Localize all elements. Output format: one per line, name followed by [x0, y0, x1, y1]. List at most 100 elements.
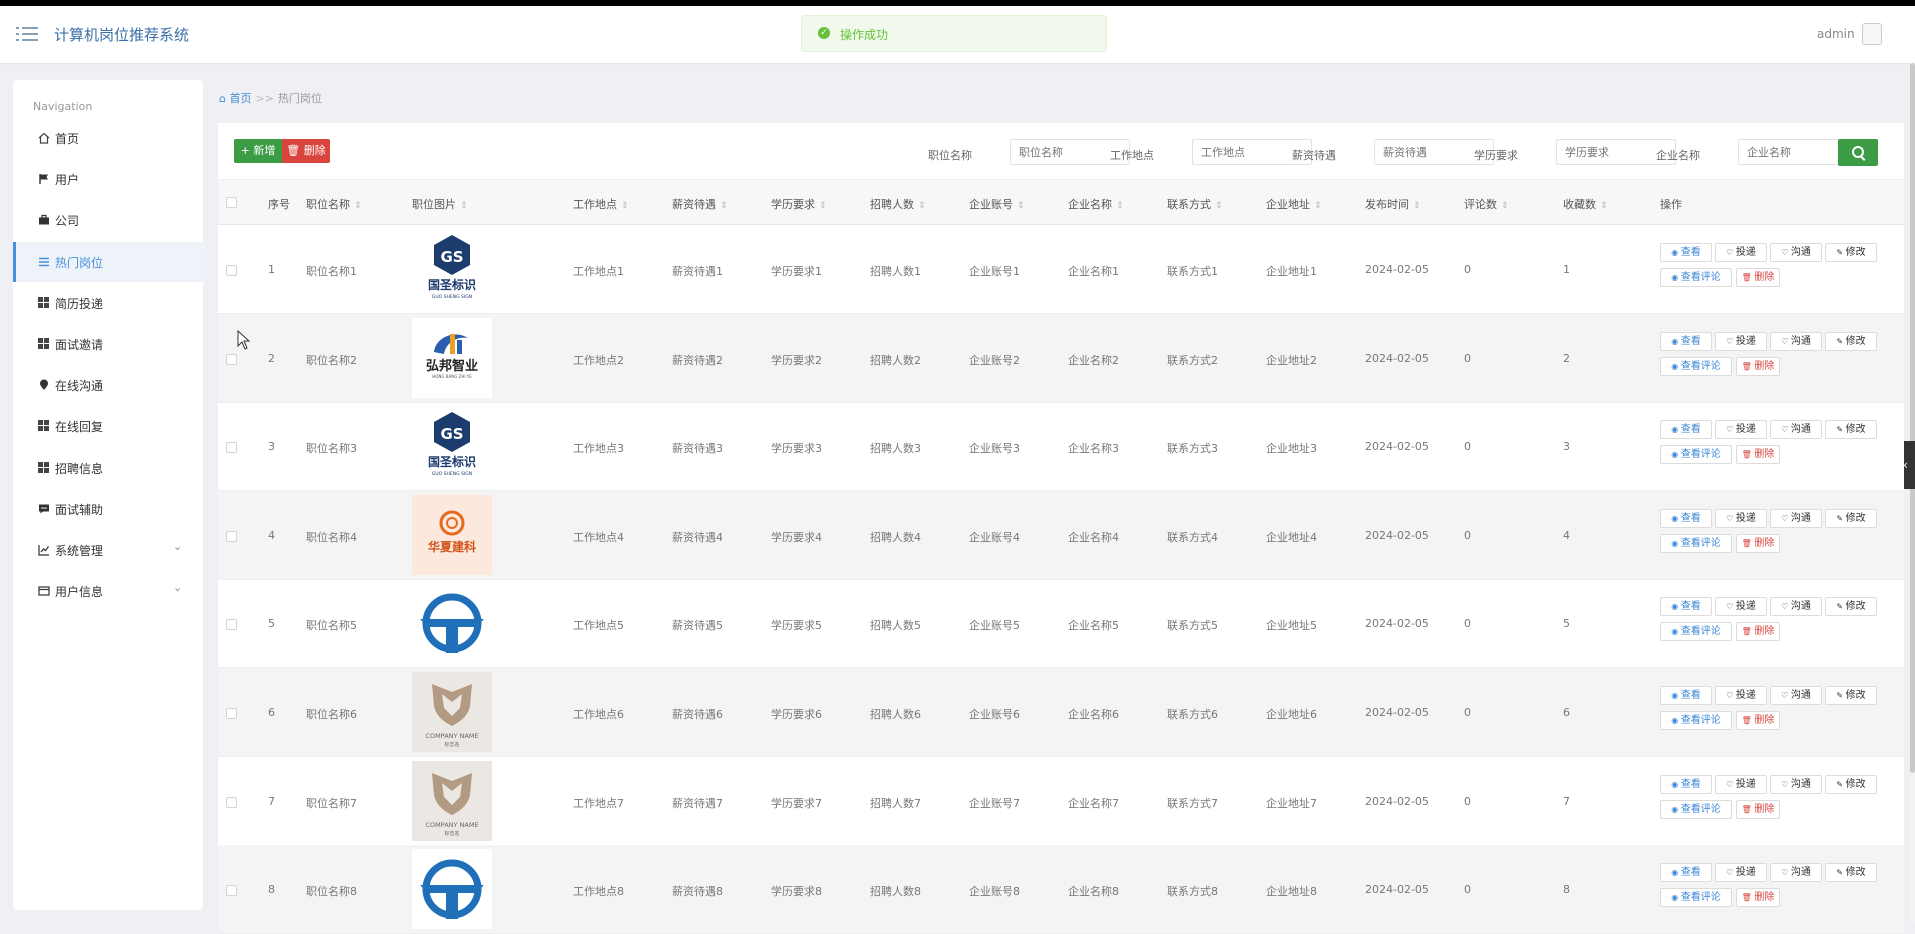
scrollbar-thumb[interactable]	[1910, 63, 1915, 773]
delete-button[interactable]: 🗑 删除	[1736, 445, 1780, 465]
delete-button[interactable]: 🗑 删除	[1736, 533, 1780, 553]
comments-button[interactable]: ◉ 查看评论	[1660, 268, 1732, 287]
job-logo-image[interactable]: COMPANY NAME 标志名	[412, 672, 492, 752]
breadcrumb-home[interactable]: ⌂ 首页	[219, 92, 251, 105]
table-row[interactable]: 7 职位名称7 COMPANY NAME 标志名 工作地点7 薪资待遇7 学历要求7 招聘人数…	[218, 757, 1904, 846]
add-button[interactable]: + 新增	[234, 139, 282, 163]
sidebar-item-7[interactable]: 在线沟通	[13, 365, 203, 405]
job-logo-image[interactable]	[412, 849, 492, 930]
edit-button[interactable]: ✎ 修改	[1825, 331, 1877, 351]
delete-button[interactable]: 🗑 删除	[1736, 799, 1780, 819]
table-row[interactable]: 4 职位名称4 华夏建科 工作地点4 薪资待遇4 学历要求4 招聘人数4 企业账号4 企业名称4…	[218, 490, 1904, 580]
comments-button[interactable]: ◉ 查看评论	[1660, 622, 1732, 642]
chat-button[interactable]: ♡ 沟通	[1770, 331, 1822, 351]
avatar[interactable]	[1862, 23, 1882, 45]
chat-button[interactable]: ♡ 沟通	[1770, 597, 1822, 617]
chat-button[interactable]: ♡ 沟通	[1770, 863, 1822, 883]
table-row[interactable]: 1 职位名称1 GS 国圣标识 GUO SHENG SIGN 工作地点1 薪资待遇1 学历要求…	[218, 225, 1904, 314]
sidebar-item-10[interactable]: 面试辅助	[13, 489, 203, 529]
column-header-4[interactable]: 工作地点 ⇕	[573, 196, 629, 212]
job-logo-image[interactable]: GS 国圣标识 GUO SHENG SIGN	[412, 229, 492, 309]
column-header-7[interactable]: 招聘人数 ⇕	[870, 196, 926, 212]
column-header-9[interactable]: 企业名称 ⇕	[1068, 196, 1124, 212]
sidebar-item-8[interactable]: 在线回复	[13, 406, 203, 446]
batch-delete-button[interactable]: 🗑 删除	[282, 139, 330, 163]
delete-button[interactable]: 🗑 删除	[1736, 888, 1780, 908]
column-header-8[interactable]: 企业账号 ⇕	[969, 196, 1025, 212]
view-button[interactable]: ◉ 查看	[1660, 597, 1712, 617]
table-row[interactable]: 8 职位名称8 工作地点8 薪资待遇8 学历要求8 招聘人数8 企业账号8 企业名称8 联系方式…	[218, 845, 1904, 934]
comments-button[interactable]: ◉ 查看评论	[1660, 888, 1732, 908]
apply-button[interactable]: ♡ 投递	[1715, 420, 1767, 440]
apply-button[interactable]: ♡ 投递	[1715, 597, 1767, 617]
apply-button[interactable]: ♡ 投递	[1715, 686, 1767, 705]
edit-button[interactable]: ✎ 修改	[1825, 597, 1877, 617]
delete-button[interactable]: 🗑 删除	[1736, 268, 1780, 287]
view-button[interactable]: ◉ 查看	[1660, 508, 1712, 528]
column-header-5[interactable]: 薪资待遇 ⇕	[672, 196, 728, 212]
sidebar-item-5[interactable]: 简历投递	[13, 283, 203, 323]
table-row[interactable]: 5 职位名称5 工作地点5 薪资待遇5 学历要求5 招聘人数5 企业账号5 企业名称5 联系方式…	[218, 579, 1904, 669]
delete-button[interactable]: 🗑 删除	[1736, 711, 1780, 730]
sidebar-item-3[interactable]: 公司	[13, 200, 203, 240]
edit-button[interactable]: ✎ 修改	[1825, 774, 1877, 794]
job-logo-image[interactable]	[412, 583, 492, 664]
edit-button[interactable]: ✎ 修改	[1825, 686, 1877, 705]
comments-button[interactable]: ◉ 查看评论	[1660, 356, 1732, 376]
apply-button[interactable]: ♡ 投递	[1715, 331, 1767, 351]
sidebar-item-12[interactable]: 用户信息 ⌄	[13, 571, 203, 611]
chat-button[interactable]: ♡ 沟通	[1770, 774, 1822, 794]
comments-button[interactable]: ◉ 查看评论	[1660, 533, 1732, 553]
column-header-14[interactable]: 收藏数 ⇕	[1563, 196, 1608, 212]
edit-button[interactable]: ✎ 修改	[1825, 420, 1877, 440]
view-button[interactable]: ◉ 查看	[1660, 863, 1712, 883]
delete-button[interactable]: 🗑 删除	[1736, 622, 1780, 642]
job-logo-image[interactable]: 华夏建科	[412, 494, 492, 575]
column-header-12[interactable]: 发布时间 ⇕	[1365, 196, 1421, 212]
select-all-checkbox[interactable]	[226, 197, 237, 208]
column-header-6[interactable]: 学历要求 ⇕	[771, 196, 827, 212]
apply-button[interactable]: ♡ 投递	[1715, 863, 1767, 883]
chat-button[interactable]: ♡ 沟通	[1770, 508, 1822, 528]
sidebar-item-1[interactable]: 首页	[13, 118, 203, 158]
delete-button[interactable]: 🗑 删除	[1736, 356, 1780, 376]
row-checkbox[interactable]	[226, 530, 237, 542]
menu-toggle-icon[interactable]	[16, 26, 38, 42]
row-checkbox[interactable]	[226, 708, 237, 719]
sidebar-item-6[interactable]: 面试邀请	[13, 324, 203, 364]
view-button[interactable]: ◉ 查看	[1660, 331, 1712, 351]
sidebar-item-2[interactable]: 用户	[13, 159, 203, 199]
job-logo-image[interactable]: 弘邦智业 HONG BANG ZHI YE	[412, 317, 492, 398]
comments-button[interactable]: ◉ 查看评论	[1660, 445, 1732, 465]
username[interactable]: admin	[1817, 27, 1855, 41]
chat-button[interactable]: ♡ 沟通	[1770, 243, 1822, 262]
sidebar-item-9[interactable]: 招聘信息	[13, 448, 203, 488]
column-header-10[interactable]: 联系方式 ⇕	[1167, 196, 1223, 212]
edit-button[interactable]: ✎ 修改	[1825, 508, 1877, 528]
chat-button[interactable]: ♡ 沟通	[1770, 420, 1822, 440]
view-button[interactable]: ◉ 查看	[1660, 686, 1712, 705]
apply-button[interactable]: ♡ 投递	[1715, 508, 1767, 528]
table-row[interactable]: 6 职位名称6 COMPANY NAME 标志名 工作地点6 薪资待遇6 学历要求6 招聘人数…	[218, 668, 1904, 757]
comments-button[interactable]: ◉ 查看评论	[1660, 711, 1732, 730]
view-button[interactable]: ◉ 查看	[1660, 420, 1712, 440]
column-header-11[interactable]: 企业地址 ⇕	[1266, 196, 1322, 212]
job-logo-image[interactable]: GS 国圣标识 GUO SHENG SIGN	[412, 406, 492, 487]
row-checkbox[interactable]	[226, 442, 237, 454]
row-checkbox[interactable]	[226, 619, 237, 631]
search-button[interactable]	[1838, 139, 1878, 166]
chat-button[interactable]: ♡ 沟通	[1770, 686, 1822, 705]
column-header-13[interactable]: 评论数 ⇕	[1464, 196, 1509, 212]
apply-button[interactable]: ♡ 投递	[1715, 243, 1767, 262]
comments-button[interactable]: ◉ 查看评论	[1660, 799, 1732, 819]
sidebar-item-4[interactable]: 热门岗位	[13, 241, 206, 282]
row-checkbox[interactable]	[226, 265, 237, 276]
job-logo-image[interactable]: COMPANY NAME 标志名	[412, 760, 492, 841]
edit-button[interactable]: ✎ 修改	[1825, 863, 1877, 883]
sidebar-item-11[interactable]: 系统管理 ⌄	[13, 530, 203, 570]
row-checkbox[interactable]	[226, 353, 237, 365]
column-header-3[interactable]: 职位图片 ⇕	[412, 196, 468, 212]
apply-button[interactable]: ♡ 投递	[1715, 774, 1767, 794]
column-header-2[interactable]: 职位名称 ⇕	[306, 196, 362, 212]
table-row[interactable]: 2 职位名称2 弘邦智业 HONG BANG ZHI YE 工作地点2 薪资待遇2 学历要求…	[218, 313, 1904, 403]
